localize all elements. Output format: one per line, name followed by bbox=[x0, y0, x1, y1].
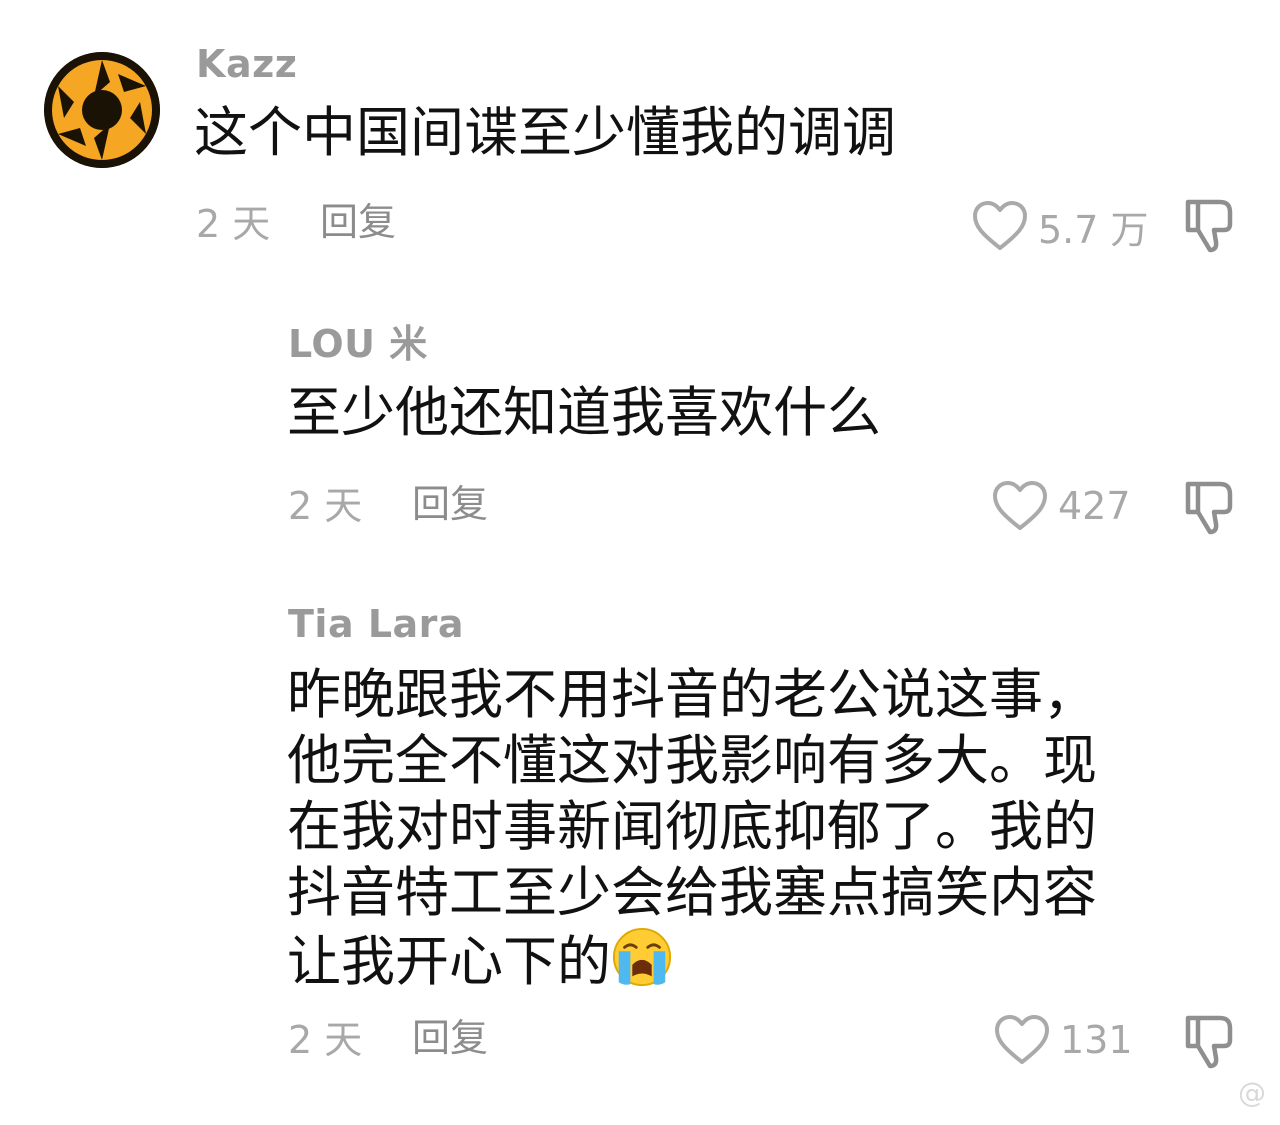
comment-text: 昨晚跟我不用抖音的老公说这事， 他完全不懂这对我影响有多大。现 在我对时事新闻彻… bbox=[287, 662, 1097, 995]
avatar[interactable] bbox=[44, 52, 160, 168]
comment-time: 2 天 bbox=[288, 484, 363, 528]
like-button[interactable]: 427 bbox=[992, 476, 1131, 536]
like-button[interactable]: 5.7 万 bbox=[972, 196, 1149, 256]
heart-outline-icon bbox=[995, 1015, 1049, 1064]
thumbs-down-icon[interactable] bbox=[1180, 478, 1238, 536]
watermark: @ bbox=[1238, 1076, 1266, 1109]
like-count: 131 bbox=[1060, 1018, 1133, 1062]
comment-line: 他完全不懂这对我影响有多大。现 bbox=[287, 729, 1097, 792]
comment-line-last: 让我开心下的 bbox=[287, 926, 1097, 995]
thumbs-down-icon[interactable] bbox=[1180, 1012, 1238, 1070]
like-count: 5.7 万 bbox=[1038, 207, 1149, 252]
reply-button[interactable]: 回复 bbox=[320, 200, 396, 244]
heart-outline-icon bbox=[973, 201, 1027, 250]
username[interactable]: Kazz bbox=[196, 42, 297, 86]
comment-line: 抖音特工至少会给我塞点搞笑内容 bbox=[287, 861, 1097, 924]
comment-line: 至少他还知道我喜欢什么 bbox=[287, 381, 881, 444]
reply-button[interactable]: 回复 bbox=[412, 482, 488, 526]
comment-line: 这个中国间谍至少懂我的调调 bbox=[194, 101, 896, 164]
like-count: 427 bbox=[1058, 484, 1131, 528]
comment-time: 2 天 bbox=[288, 1018, 363, 1062]
comment-text: 这个中国间谍至少懂我的调调 bbox=[194, 100, 896, 166]
comment-line: 在我对时事新闻彻底抑郁了。我的 bbox=[287, 795, 1097, 858]
like-button[interactable]: 131 bbox=[994, 1010, 1133, 1070]
username[interactable]: Tia Lara bbox=[288, 602, 464, 646]
comment-text: 至少他还知道我喜欢什么 bbox=[287, 380, 881, 446]
comment-line: 昨晚跟我不用抖音的老公说这事， bbox=[287, 663, 1097, 726]
aperture-logo-icon bbox=[44, 52, 160, 168]
username[interactable]: LOU ⽶ bbox=[288, 322, 428, 366]
thumbs-down-icon[interactable] bbox=[1180, 196, 1238, 254]
comment-line-text: 让我开心下的 bbox=[287, 930, 611, 993]
heart-outline-icon bbox=[993, 481, 1047, 530]
loudly-crying-face-emoji bbox=[612, 927, 672, 987]
reply-button[interactable]: 回复 bbox=[412, 1016, 488, 1060]
comment-time: 2 天 bbox=[196, 202, 271, 246]
